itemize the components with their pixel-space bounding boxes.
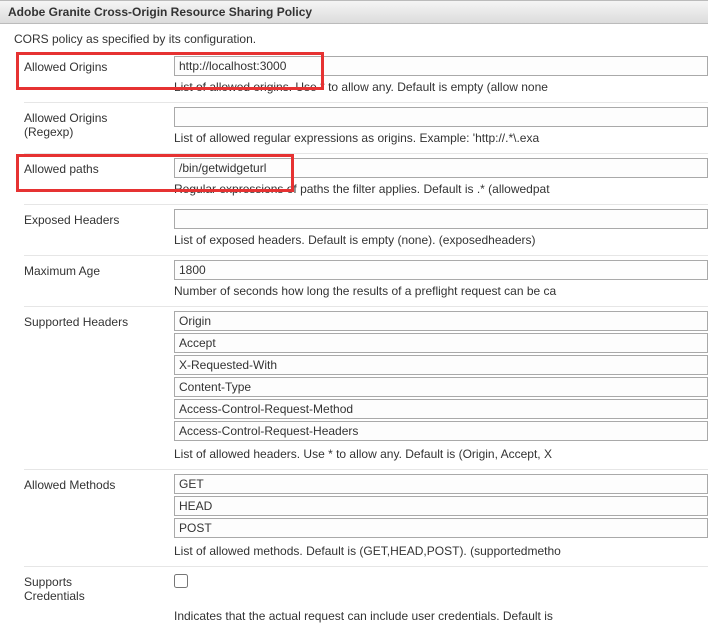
allowed-methods-input-2[interactable] — [174, 518, 708, 538]
supported-headers-input-4[interactable] — [174, 399, 708, 419]
allowed-paths-input[interactable] — [174, 158, 708, 178]
exposed-headers-input[interactable] — [174, 209, 708, 229]
supports-credentials-desc: Indicates that the actual request can in… — [174, 605, 708, 629]
maximum-age-label: Maximum Age — [14, 260, 174, 282]
allowed-origins-regexp-input[interactable] — [174, 107, 708, 127]
supported-headers-input-5[interactable] — [174, 421, 708, 441]
supports-credentials-label: Supports Credentials — [14, 571, 174, 607]
exposed-headers-label: Exposed Headers — [14, 209, 174, 231]
supported-headers-input-0[interactable] — [174, 311, 708, 331]
maximum-age-input[interactable] — [174, 260, 708, 280]
exposed-headers-desc: List of exposed headers. Default is empt… — [174, 229, 708, 253]
dialog-subtitle: CORS policy as specified by its configur… — [0, 24, 708, 52]
allowed-methods-desc: List of allowed methods. Default is (GET… — [174, 540, 708, 564]
allowed-methods-input-0[interactable] — [174, 474, 708, 494]
allowed-origins-label: Allowed Origins — [14, 56, 174, 78]
allowed-origins-regexp-desc: List of allowed regular expressions as o… — [174, 127, 708, 151]
supported-headers-desc: List of allowed headers. Use * to allow … — [174, 443, 708, 467]
allowed-origins-desc: List of allowed origins. Use * to allow … — [174, 76, 708, 100]
allowed-paths-desc: Regular expressions of paths the filter … — [174, 178, 708, 202]
allowed-origins-input[interactable] — [174, 56, 708, 76]
maximum-age-desc: Number of seconds how long the results o… — [174, 280, 708, 304]
allowed-paths-label: Allowed paths — [14, 158, 174, 180]
supported-headers-label: Supported Headers — [14, 311, 174, 333]
dialog-title: Adobe Granite Cross-Origin Resource Shar… — [0, 0, 708, 24]
allowed-methods-input-1[interactable] — [174, 496, 708, 516]
supported-headers-input-2[interactable] — [174, 355, 708, 375]
allowed-origins-regexp-label: Allowed Origins (Regexp) — [14, 107, 174, 143]
allowed-methods-label: Allowed Methods — [14, 474, 174, 496]
supports-credentials-checkbox[interactable] — [174, 574, 188, 588]
supported-headers-input-1[interactable] — [174, 333, 708, 353]
config-form: Allowed Origins List of allowed origins.… — [0, 52, 708, 641]
supported-headers-input-3[interactable] — [174, 377, 708, 397]
